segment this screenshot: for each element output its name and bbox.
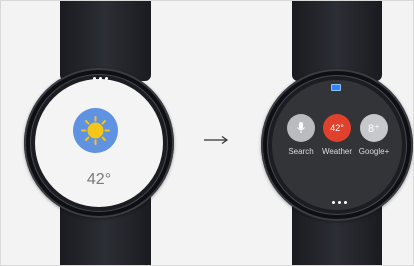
dot [338, 201, 341, 204]
app-label: Search [288, 147, 314, 156]
app-search[interactable]: Search [281, 114, 321, 156]
temperature-readout: 42° [86, 171, 112, 188]
google-plus-icon[interactable]: 8⁺ [360, 114, 388, 142]
app-google-plus[interactable]: 8⁺ Google+ [354, 114, 394, 156]
left-watch-face[interactable]: 42° [35, 79, 163, 207]
microphone-glyph [297, 122, 305, 133]
comparison-illustration: 42° Search 42° Weather 8⁺ Google+ [0, 0, 414, 266]
right-watch-menu-dots-icon[interactable] [332, 201, 347, 204]
microphone-icon[interactable] [287, 114, 315, 142]
weather-badge-text: 42° [330, 123, 344, 133]
dot [344, 201, 347, 204]
temperature-badge[interactable]: 42° [323, 114, 351, 142]
battery-icon [331, 84, 341, 91]
dot [99, 77, 102, 80]
right-watch-face[interactable]: Search 42° Weather 8⁺ Google+ [272, 80, 402, 210]
app-label: Weather [321, 147, 353, 156]
weather-icon-badge[interactable] [73, 108, 118, 153]
app-label: Google+ [358, 147, 390, 156]
right-arrow-icon [204, 136, 229, 144]
app-weather[interactable]: 42° Weather [317, 114, 357, 156]
google-plus-glyph: 8⁺ [368, 122, 380, 135]
dot [332, 201, 335, 204]
sun-icon [81, 116, 110, 145]
dot [105, 77, 108, 80]
left-watch-menu-dots-icon[interactable] [93, 77, 108, 80]
dot [93, 77, 96, 80]
